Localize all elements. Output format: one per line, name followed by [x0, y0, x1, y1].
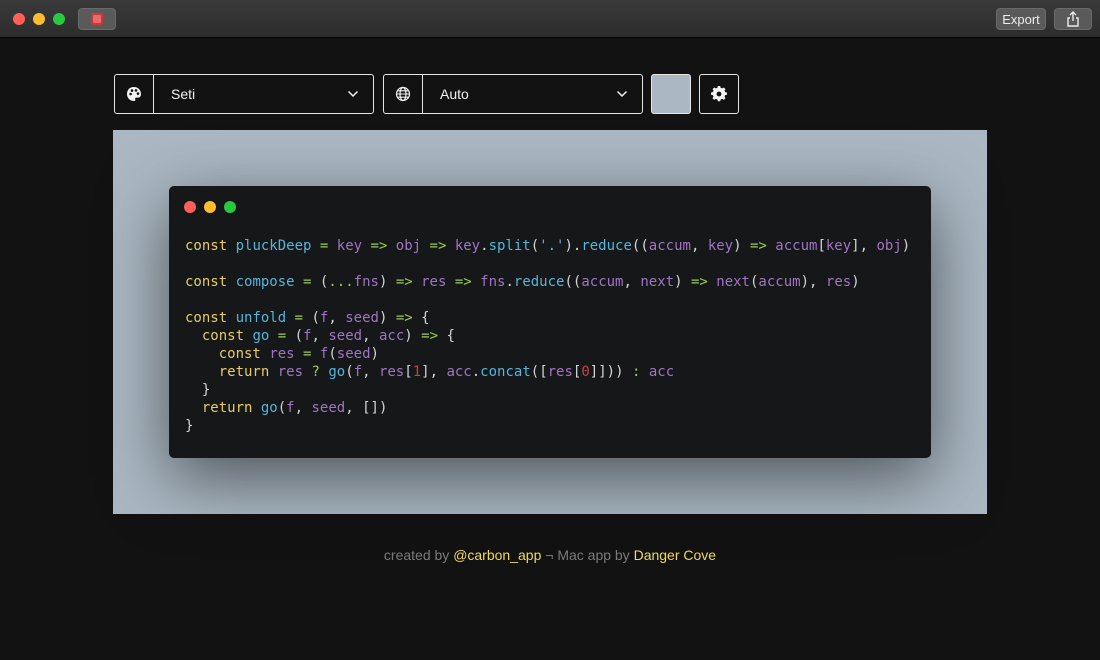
- window-titlebar: Export: [0, 0, 1100, 38]
- code-editor[interactable]: const pluckDeep = key => obj => key.spli…: [185, 237, 910, 435]
- gear-icon: [711, 86, 727, 102]
- language-icon-cell: [384, 75, 423, 113]
- language-dropdown[interactable]: Auto: [383, 74, 643, 114]
- chevron-down-icon: [616, 90, 628, 98]
- code-line: const compose = (...fns) => res => fns.r…: [185, 274, 860, 290]
- background-color-picker[interactable]: [651, 74, 691, 114]
- theme-value: Seti: [171, 86, 196, 102]
- code-window-yellow-dot: [204, 201, 216, 213]
- danger-cove-link[interactable]: Danger Cove: [634, 547, 717, 563]
- app-icon-button[interactable]: [78, 8, 116, 30]
- code-line: const unfold = (f, seed) => {: [185, 310, 430, 326]
- code-line: const pluckDeep = key => obj => key.spli…: [185, 238, 911, 254]
- carbon-app-link[interactable]: @carbon_app: [453, 547, 541, 563]
- export-button[interactable]: Export: [996, 8, 1046, 30]
- code-canvas: const pluckDeep = key => obj => key.spli…: [113, 130, 987, 514]
- code-line: return res ? go(f, res[1], acc.concat([r…: [218, 364, 675, 380]
- chevron-down-icon: [347, 90, 359, 98]
- code-line: }: [185, 418, 194, 434]
- code-window-green-dot: [224, 201, 236, 213]
- globe-icon: [395, 86, 411, 102]
- footer-credits: created by @carbon_app ¬ Mac app by Dang…: [0, 547, 1100, 563]
- theme-dropdown[interactable]: Seti: [114, 74, 374, 114]
- palette-icon: [127, 87, 141, 101]
- settings-button[interactable]: [699, 74, 739, 114]
- code-line: }: [201, 382, 211, 398]
- code-window-red-dot: [184, 201, 196, 213]
- share-icon: [1067, 11, 1079, 27]
- code-window[interactable]: const pluckDeep = key => obj => key.spli…: [169, 186, 931, 458]
- language-value: Auto: [440, 86, 469, 102]
- footer-prefix: created by: [383, 547, 454, 563]
- window-close-button[interactable]: [13, 13, 25, 25]
- theme-icon-cell: [115, 75, 154, 113]
- footer-middle: ¬ Mac app by: [541, 547, 634, 563]
- window-maximize-button[interactable]: [53, 13, 65, 25]
- carbon-app-icon: [91, 13, 103, 25]
- window-minimize-button[interactable]: [33, 13, 45, 25]
- code-line: const res = f(seed): [218, 346, 379, 362]
- theme-chevron: [333, 75, 373, 113]
- share-button[interactable]: [1054, 8, 1092, 30]
- language-chevron: [602, 75, 642, 113]
- code-line: const go = (f, seed, acc) => {: [201, 328, 455, 344]
- code-line: return go(f, seed, []): [201, 400, 388, 416]
